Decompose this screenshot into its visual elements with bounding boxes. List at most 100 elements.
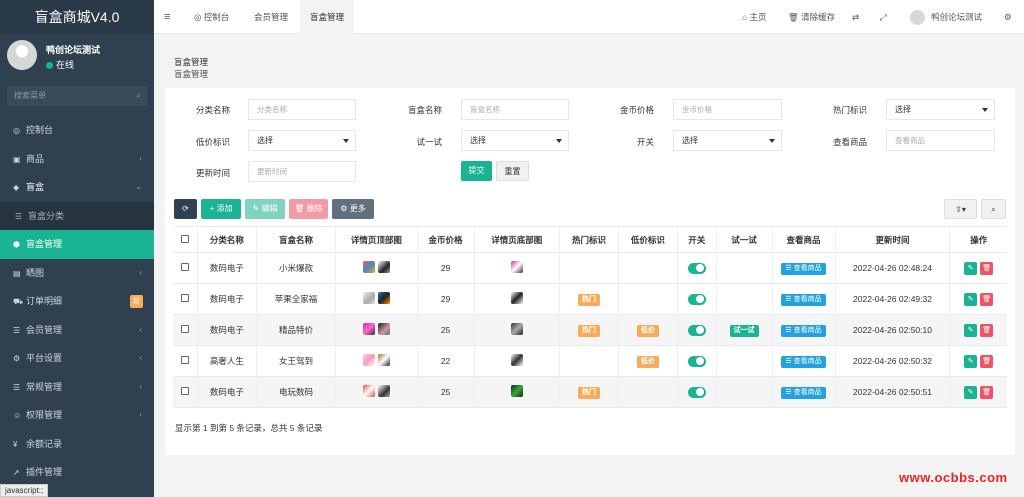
row-checkbox[interactable]	[180, 263, 189, 271]
table-row[interactable]: 数码电子 电玩数码 25 热门 ☰ 查看商品 2022-04-26 02:50:…	[173, 376, 1007, 408]
switch-toggle[interactable]	[687, 293, 706, 305]
translate-icon[interactable]: ⇄	[852, 0, 859, 34]
settings-icon[interactable]: ⚙	[1004, 0, 1012, 34]
row-delete-button[interactable]: 🗑	[980, 261, 994, 275]
top-image-thumbs[interactable]	[362, 323, 390, 335]
edit-button[interactable]: ✎ 编辑	[245, 199, 285, 219]
row-delete-button[interactable]: 🗑	[980, 354, 994, 368]
sidebar-item-photos[interactable]: ▤ 晒图 ‹	[0, 259, 154, 288]
column-header[interactable]: 详情页顶部图	[335, 226, 418, 253]
low-select[interactable]: 选择	[248, 130, 356, 151]
column-header[interactable]: 热门标识	[558, 226, 619, 253]
sidebar-item-orders[interactable]: ⛟ 订单明细新	[0, 287, 154, 316]
bottom-image-thumb[interactable]	[510, 261, 523, 273]
column-header[interactable]: 查看商品	[771, 226, 836, 253]
switch-toggle[interactable]	[687, 324, 706, 336]
sidebar-item-members[interactable]: ☰ 会员管理 ‹	[0, 316, 154, 345]
search-toggle-button[interactable]: ⌕	[981, 199, 1006, 219]
delete-button[interactable]: 🗑 删除	[289, 199, 328, 219]
table-row[interactable]: 数码电子 精品特价 25 热门 低价 试一试 ☰ 查看商品 2022-04-26…	[173, 314, 1007, 346]
row-delete-button[interactable]: 🗑	[980, 385, 994, 399]
column-header[interactable]: 详情页底部图	[473, 226, 560, 253]
column-header[interactable]: 低价标识	[617, 226, 678, 253]
sidebar-item-dashboard[interactable]: ◎ 控制台	[0, 116, 154, 145]
sidebar-item-goods[interactable]: ▣ 商品 ‹	[0, 145, 154, 174]
menu-toggle-icon[interactable]: ≡	[164, 0, 170, 34]
view-input[interactable]: 查看商品	[886, 130, 995, 151]
tab-members[interactable]: 会员管理	[254, 0, 288, 34]
cart-icon: ⛟	[13, 297, 24, 306]
top-image-thumbs[interactable]	[362, 385, 390, 397]
column-header[interactable]: 更新时间	[834, 226, 950, 253]
column-header[interactable]: 操作	[949, 226, 1007, 253]
table-row[interactable]: 数码电子 小米爆款 29 ☰ 查看商品 2022-04-26 02:48:24 …	[173, 252, 1007, 284]
sidebar-item-balance[interactable]: ¥ 余额记录	[0, 430, 154, 459]
clear-cache-button[interactable]: 🗑 清除缓存	[788, 0, 835, 34]
sidebar-item-blindbox[interactable]: ◈ 盲盒 ⌄	[0, 173, 154, 202]
add-button[interactable]: + 添加	[201, 199, 241, 219]
top-image-thumbs[interactable]	[362, 292, 390, 304]
sidebar-item-plugins[interactable]: ➚ 插件管理	[0, 458, 154, 487]
topbar-user-menu[interactable]: 鸭创论坛测试	[910, 0, 982, 34]
view-goods-button[interactable]: ☰ 查看商品	[781, 355, 826, 368]
reset-button[interactable]: 重置	[496, 161, 529, 181]
view-goods-button[interactable]: ☰ 查看商品	[781, 262, 826, 275]
submit-button[interactable]: 提交	[461, 161, 492, 181]
row-delete-button[interactable]: 🗑	[980, 292, 994, 306]
row-checkbox[interactable]	[180, 325, 189, 333]
more-button[interactable]: ⚙ 更多	[332, 199, 374, 219]
column-header[interactable]: 盲盒名称	[255, 226, 336, 253]
app-brand[interactable]: 盲盒商城V4.0	[0, 0, 154, 34]
tab-dashboard[interactable]: ◎ 控制台	[194, 0, 229, 34]
hot-select[interactable]: 选择	[886, 99, 995, 120]
table-row[interactable]: 数码电子 苹果全家福 29 热门 ☰ 查看商品 2022-04-26 02:49…	[173, 283, 1007, 315]
bottom-image-thumb[interactable]	[510, 354, 523, 366]
row-edit-button[interactable]: ✎	[964, 292, 978, 306]
row-edit-button[interactable]: ✎	[964, 354, 978, 368]
home-link[interactable]: ⌂ 主页	[742, 0, 767, 34]
bottom-image-thumb[interactable]	[510, 292, 523, 304]
top-image-thumbs[interactable]	[362, 354, 390, 366]
name-input[interactable]: 盲盒名称	[461, 99, 569, 120]
top-image-thumbs[interactable]	[362, 261, 390, 273]
row-checkbox[interactable]	[180, 294, 189, 302]
view-goods-button[interactable]: ☰ 查看商品	[781, 386, 826, 399]
switch-toggle[interactable]	[687, 262, 706, 274]
row-edit-button[interactable]: ✎	[964, 261, 978, 275]
column-header[interactable]: 金币价格	[416, 226, 475, 253]
column-header[interactable]: 开关	[676, 226, 717, 253]
bottom-image-thumb[interactable]	[510, 385, 523, 397]
switch-toggle[interactable]	[687, 355, 706, 367]
row-delete-button[interactable]: 🗑	[980, 323, 994, 337]
sidebar-item-blindbox-category[interactable]: ☰ 盲盒分类	[0, 201, 154, 230]
sidebar-item-permissions[interactable]: ☺ 权限管理 ‹	[0, 401, 154, 430]
row-edit-button[interactable]: ✎	[964, 323, 978, 337]
row-checkbox[interactable]	[180, 356, 189, 364]
sidebar-item-general[interactable]: ☰ 常规管理 ‹	[0, 373, 154, 402]
export-button[interactable]: ⇪▾	[944, 199, 977, 219]
menu-search-input[interactable]: 搜索菜单 ⌕	[7, 86, 147, 106]
tab-blindbox-manage[interactable]: 盲盒管理	[300, 0, 355, 34]
price-input[interactable]: 金币价格	[673, 99, 782, 120]
table-row[interactable]: 高奢人生 女王驾到 22 低价 ☰ 查看商品 2022-04-26 02:50:…	[173, 345, 1007, 377]
select-all-checkbox[interactable]	[173, 226, 198, 253]
fullscreen-icon[interactable]: ⤢	[880, 0, 887, 34]
switch-select[interactable]: 选择	[673, 130, 782, 151]
try-select[interactable]: 选择	[461, 130, 569, 151]
time-input[interactable]: 更新时间	[248, 161, 356, 182]
switch-toggle[interactable]	[687, 386, 706, 398]
row-checkbox[interactable]	[180, 387, 189, 395]
sidebar-item-platform-settings[interactable]: ⚙ 平台设置 ‹	[0, 344, 154, 373]
chevron-left-icon: ‹	[139, 153, 142, 163]
view-goods-button[interactable]: ☰ 查看商品	[781, 293, 826, 306]
bottom-image-thumb[interactable]	[510, 323, 523, 335]
column-header[interactable]: 试一试	[715, 226, 772, 253]
search-icon[interactable]: ⌕	[137, 86, 141, 106]
column-header[interactable]: 分类名称	[196, 226, 257, 253]
sidebar-item-blindbox-manage[interactable]: ⬢ 盲盒管理	[0, 230, 154, 259]
refresh-button[interactable]: ⟳	[174, 199, 197, 219]
row-edit-button[interactable]: ✎	[964, 385, 978, 399]
view-goods-button[interactable]: ☰ 查看商品	[781, 324, 826, 337]
avatar[interactable]	[7, 40, 37, 70]
category-input[interactable]: 分类名称	[248, 99, 356, 120]
